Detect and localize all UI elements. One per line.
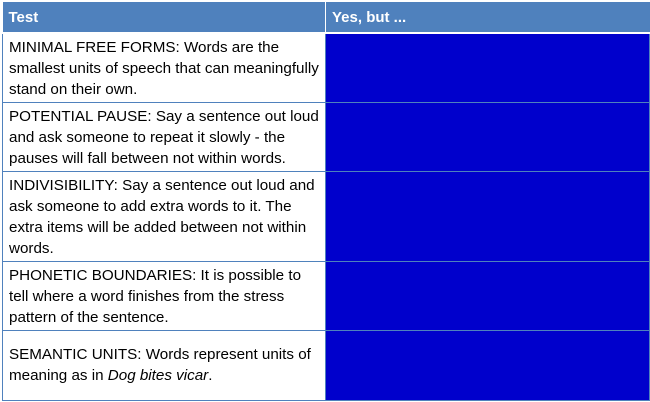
test-cell-indivisibility: INDIVISIBILITY: Say a sentence out loud … xyxy=(2,171,326,262)
test-cell-potential-pause: POTENTIAL PAUSE: Say a sentence out loud… xyxy=(2,102,326,172)
test-cell-semantic-units: SEMANTIC UNITS: Words represent units of… xyxy=(2,330,326,401)
answer-cell[interactable] xyxy=(325,102,650,172)
example-phrase: Dog bites vicar xyxy=(107,367,209,384)
answer-cell[interactable] xyxy=(325,171,650,262)
table-row: MINIMAL FREE FORMS: Words are the smalle… xyxy=(2,32,650,103)
answer-cell[interactable] xyxy=(325,261,650,331)
table-row: INDIVISIBILITY: Say a sentence out loud … xyxy=(2,171,650,262)
test-cell-phonetic-boundaries: PHONETIC BOUNDARIES: It is possible to t… xyxy=(2,261,326,331)
table-row: POTENTIAL PAUSE: Say a sentence out loud… xyxy=(2,102,650,172)
table-header-row: Test Yes, but ... xyxy=(2,2,650,34)
answer-cell[interactable] xyxy=(325,330,650,401)
tests-table: Test Yes, but ... MINIMAL FREE FORMS: Wo… xyxy=(2,2,650,401)
test-cell-minimal-free-forms: MINIMAL FREE FORMS: Words are the smalle… xyxy=(2,32,326,103)
table-row: PHONETIC BOUNDARIES: It is possible to t… xyxy=(2,261,650,331)
answer-cell[interactable] xyxy=(325,32,650,103)
header-test: Test xyxy=(2,2,326,34)
semantic-units-suffix: . xyxy=(208,367,213,384)
header-yes-but: Yes, but ... xyxy=(325,2,650,34)
table-row: SEMANTIC UNITS: Words represent units of… xyxy=(2,330,650,401)
